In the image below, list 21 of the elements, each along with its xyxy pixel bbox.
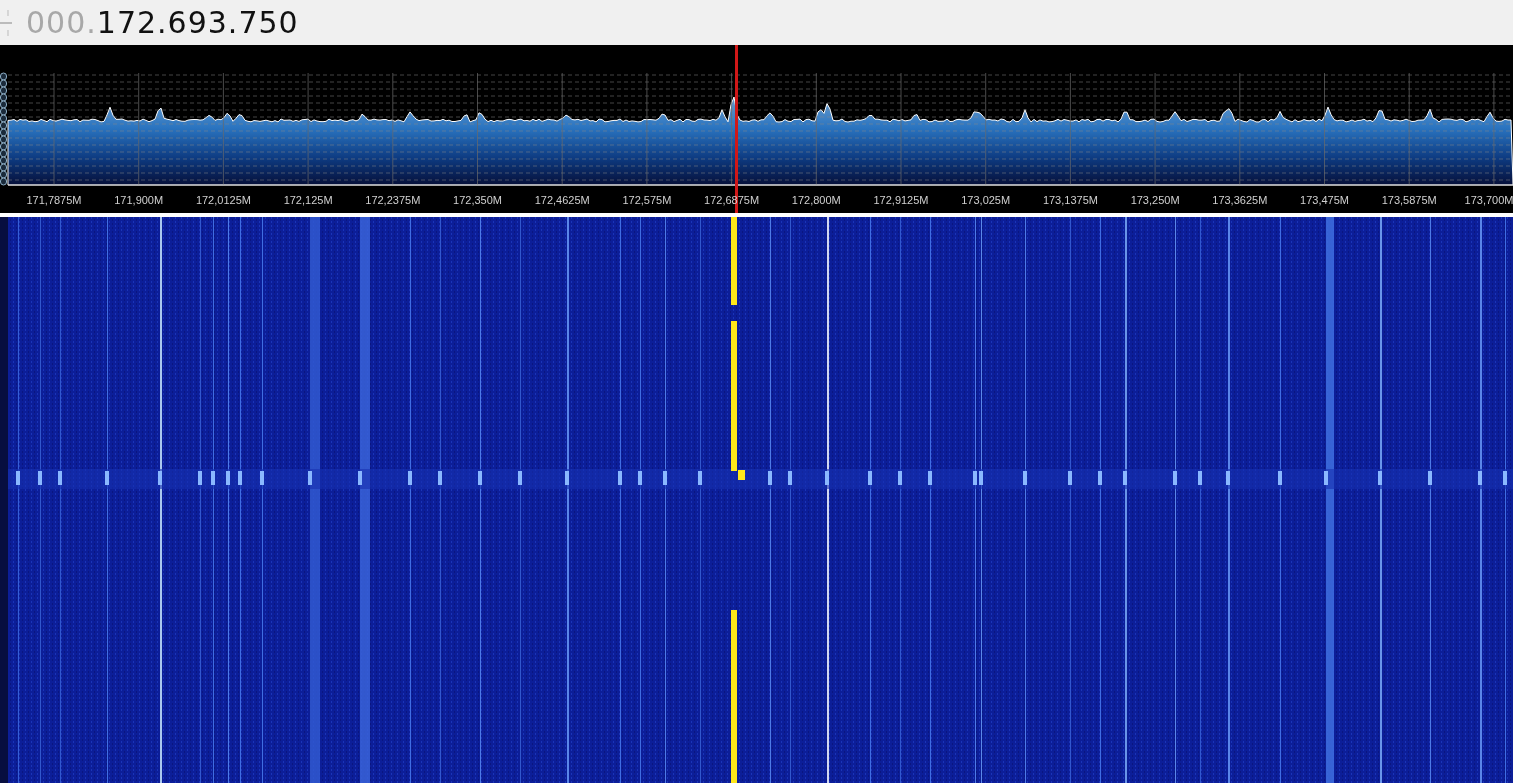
frequency-axis-label: 173,1375M <box>1042 194 1098 206</box>
frequency-display[interactable]: 000.172.693.750 <box>26 7 299 38</box>
frequency-axis-label: 173,5875M <box>1381 194 1437 206</box>
frequency-axis-label: 173,3625M <box>1212 194 1268 206</box>
frequency-axis-label: 172,2375M <box>365 194 421 206</box>
frequency-axis-label: 172,9125M <box>873 194 929 206</box>
frequency-axis-label: 172,0125M <box>195 194 251 206</box>
frequency-axis-label: 172,4625M <box>534 194 590 206</box>
frequency-value: 172.693.750 <box>96 7 299 38</box>
frequency-axis-label: 173,025M <box>961 194 1011 206</box>
frequency-axis-label: 173,250M <box>1130 194 1180 206</box>
drag-handle-icon[interactable] <box>0 7 12 38</box>
frequency-axis-label: 171,7875M <box>26 194 82 206</box>
frequency-axis-label: 172,350M <box>453 194 502 206</box>
frequency-axis-label: 171,900M <box>114 194 164 206</box>
frequency-axis-label: 173,475M <box>1300 194 1349 206</box>
frequency-axis-label: 172,575M <box>622 194 672 206</box>
frequency-axis-label: 172,800M <box>791 194 841 206</box>
frequency-axis-label: 172,125M <box>283 194 333 206</box>
frequency-leading-digits: 000. <box>26 7 97 38</box>
frequency-axis-label: 173,700M <box>1464 194 1513 206</box>
